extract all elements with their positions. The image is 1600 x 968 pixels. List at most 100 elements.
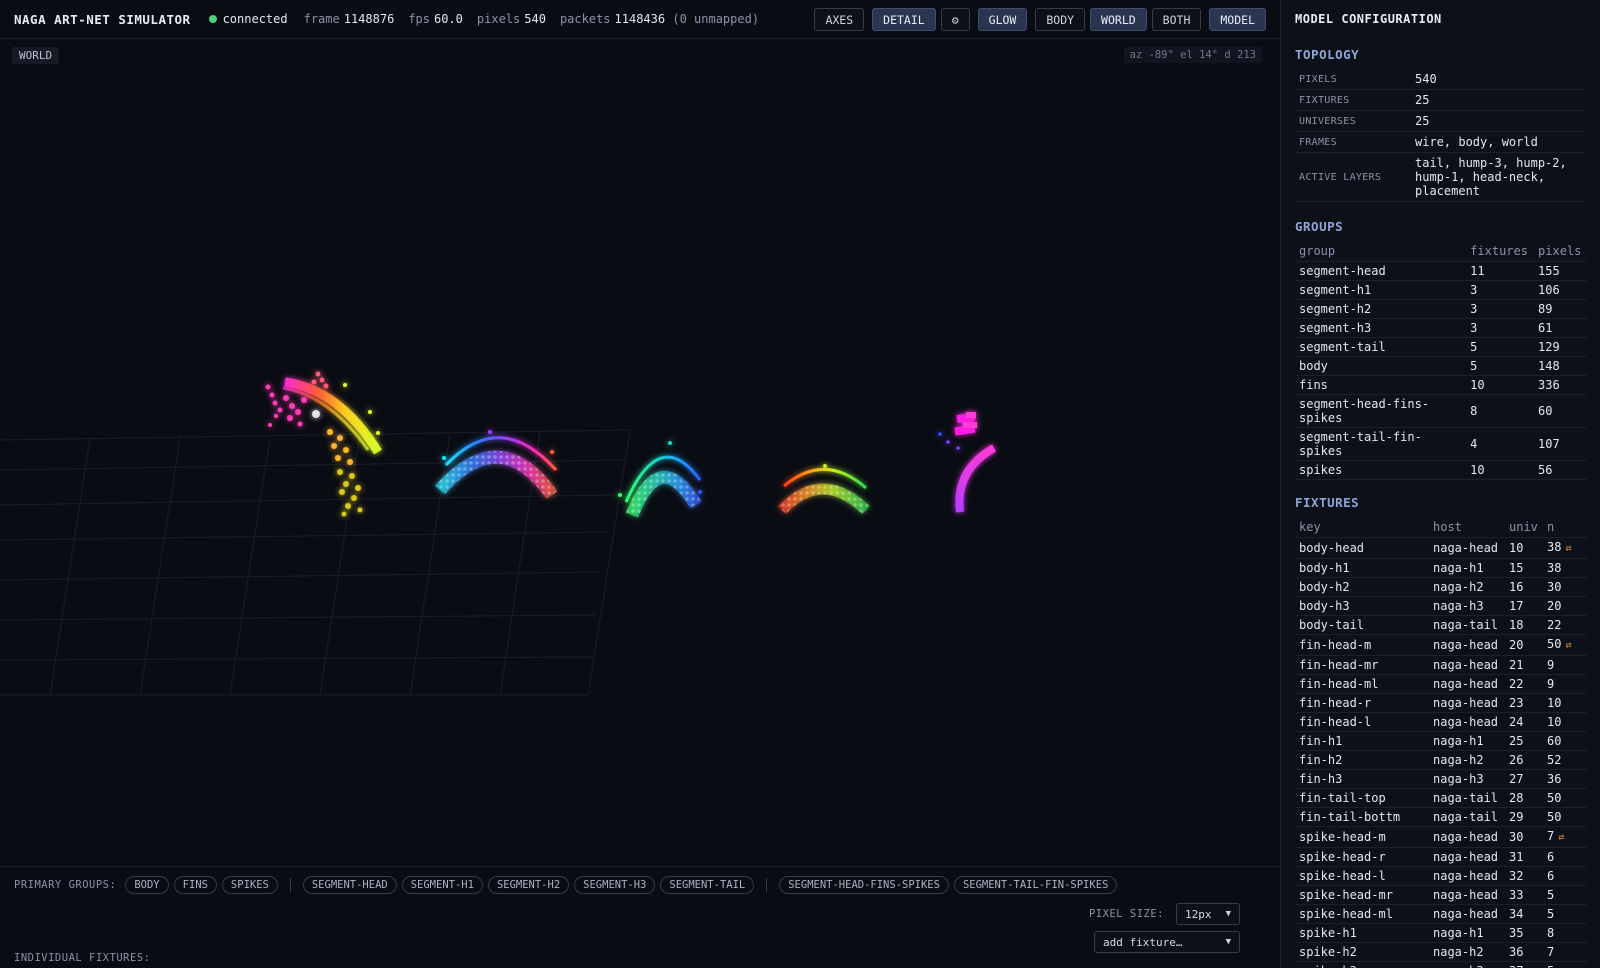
topology-value: 25 [1411,89,1585,111]
group-chip-fins[interactable]: FINS [173,876,217,894]
group-chip-segment-tail[interactable]: SEGMENT-TAIL [660,876,755,894]
group-chip-segment-tail-fin-spikes[interactable]: SEGMENT-TAIL-FIN-SPIKES [953,876,1118,894]
fixture-n-cell: 50 [1543,807,1587,827]
fixture-univ: 32 [1505,866,1543,886]
group-row[interactable]: fins 10 336 [1295,375,1587,395]
fixture-key: spike-h3 [1295,961,1429,968]
fps-stat: fps 60.0 [408,12,463,26]
fixture-row[interactable]: body-h1 naga-h1 15 38 [1295,558,1587,578]
fixture-n: 52 [1547,753,1562,767]
fixture-row[interactable]: fin-head-ml naga-head 22 9 [1295,674,1587,694]
fixture-row[interactable]: fin-tail-top naga-tail 28 50 [1295,788,1587,808]
3d-viewport[interactable]: WORLD az -89° el 14° d 213 [0,40,1280,866]
fixture-host: naga-head [1429,904,1505,924]
fixture-row[interactable]: spike-head-r naga-head 31 6 [1295,847,1587,867]
settings-button[interactable]: ⚙ [940,8,970,31]
group-row[interactable]: segment-h1 3 106 [1295,280,1587,300]
fixture-host: naga-head [1429,634,1505,656]
group-row[interactable]: segment-head 11 155 [1295,261,1587,281]
fixture-row[interactable]: spike-h2 naga-h2 36 7 [1295,942,1587,962]
group-fixture-count: 10 [1466,375,1535,395]
fixture-key: spike-head-ml [1295,904,1429,924]
group-row[interactable]: segment-tail-fin-spikes 4 107 [1295,427,1587,461]
fixture-n: 36 [1547,772,1562,786]
pixel-size-select[interactable]: 12px ▼ [1176,903,1240,925]
chevron-down-icon: ▼ [1225,909,1231,919]
fixture-row[interactable]: fin-tail-bottm naga-tail 29 50 [1295,807,1587,827]
fixture-row[interactable]: spike-h1 naga-h1 35 8 [1295,923,1587,943]
topology-row: UNIVERSES 25 [1295,110,1585,132]
world-frame-button[interactable]: WORLD [1090,8,1147,31]
both-frame-button[interactable]: BOTH [1151,8,1202,31]
fixture-row[interactable]: spike-head-mr naga-head 33 5 [1295,885,1587,905]
group-chip-segment-head-fins-spikes[interactable]: SEGMENT-HEAD-FINS-SPIKES [779,876,949,894]
pixel-size-label: PIXEL SIZE: [1088,908,1164,920]
fixture-row[interactable]: spike-head-m naga-head 30 7 ⇄ [1295,826,1587,848]
fixture-univ: 37 [1505,961,1543,968]
fixture-row[interactable]: fin-head-m naga-head 20 50 ⇄ [1295,634,1587,656]
detail-button[interactable]: DETAIL [872,8,936,31]
group-row[interactable]: body 5 148 [1295,356,1587,376]
fixture-row[interactable]: spike-h3naga-h337 5 [1295,961,1587,968]
pixels-value: 540 [524,12,546,26]
fixture-n: 5 [1547,964,1554,968]
fixture-host: naga-h1 [1429,923,1505,943]
scene-canvas[interactable] [0,40,1280,866]
fixture-key: fin-head-l [1295,712,1429,732]
model-button[interactable]: MODEL [1209,8,1266,31]
groups-heading: GROUPS [1295,219,1344,234]
fixture-row[interactable]: fin-head-r naga-head 23 10 [1295,693,1587,713]
fixture-n-cell: 6 [1543,866,1587,886]
group-row[interactable]: segment-h3 3 61 [1295,318,1587,338]
fixture-n-cell: 30 [1543,577,1587,597]
group-name: spikes [1295,460,1467,480]
fixture-row[interactable]: body-h3 naga-h3 17 20 [1295,596,1587,616]
fixture-n-cell: 7 [1543,942,1587,962]
group-name: segment-tail [1295,337,1467,357]
group-chip-segment-h3[interactable]: SEGMENT-H3 [574,876,656,894]
group-chip-segment-h1[interactable]: SEGMENT-H1 [401,876,483,894]
fixture-host: naga-head [1429,866,1505,886]
fixture-row[interactable]: fin-h2 naga-h2 26 52 [1295,750,1587,770]
body-frame-button[interactable]: BODY [1035,8,1086,31]
group-chip-segment-head[interactable]: SEGMENT-HEAD [302,876,397,894]
fixture-univ: 26 [1505,750,1543,770]
group-row[interactable]: spikes 10 56 [1295,460,1587,480]
group-chip-spikes[interactable]: SPIKES [221,876,278,894]
group-row[interactable]: segment-h2 3 89 [1295,299,1587,319]
glow-button[interactable]: GLOW [977,8,1028,31]
fixture-row[interactable]: fin-h1 naga-h1 25 60 [1295,731,1587,751]
group-row[interactable]: segment-tail 5 129 [1295,337,1587,357]
fixture-key: fin-head-m [1295,634,1429,656]
swap-icon[interactable]: ⇄ [1565,543,1571,554]
fixture-row[interactable]: spike-head-ml naga-head 34 5 [1295,904,1587,924]
groups-table: group fixtures pixels segment-head 11 155 seg… [1295,241,1587,480]
fixture-n: 7 [1547,945,1555,959]
group-name: segment-head-fins-spikes [1295,394,1467,428]
group-fixture-count: 5 [1466,337,1535,357]
fixture-host: naga-head [1429,693,1505,713]
topology-table: PIXELS 540 FIXTURES 25 UNIVERSES 25 FRAMES wire… [1295,69,1585,202]
axes-button[interactable]: AXES [814,8,865,31]
swap-icon[interactable]: ⇄ [1558,832,1564,843]
group-chip-segment-h2[interactable]: SEGMENT-H2 [487,876,570,894]
fixture-row[interactable]: fin-head-l naga-head 24 10 [1295,712,1587,732]
chip-divider [766,878,768,892]
fixture-row[interactable]: body-h2 naga-h2 16 30 [1295,577,1587,597]
swap-icon[interactable]: ⇄ [1565,640,1571,651]
fixture-n-cell: 7 ⇄ [1543,826,1587,848]
fixture-univ: 33 [1505,885,1543,905]
primary-groups-label: PRIMARY GROUPS: [14,879,117,891]
fixture-row[interactable]: fin-h3 naga-h3 27 36 [1295,769,1587,789]
fixture-row[interactable]: body-tail naga-tail 18 22 [1295,615,1587,635]
fixture-row[interactable]: spike-head-l naga-head 32 6 [1295,866,1587,886]
group-pixel-count: 89 [1534,299,1587,319]
add-fixture-select[interactable]: add fixture… ▼ [1094,931,1240,953]
topology-value: 540 [1411,69,1585,90]
group-chip-body[interactable]: BODY [125,876,169,894]
fixture-key: spike-head-mr [1295,885,1429,905]
fixture-row[interactable]: body-head naga-head 10 38 ⇄ [1295,537,1587,559]
group-row[interactable]: segment-head-fins-spikes 8 60 [1295,394,1587,428]
model-config-panel[interactable]: MODEL CONFIGURATION TOPOLOGY PIXELS 540 FI… [1280,0,1600,968]
fixture-row[interactable]: fin-head-mr naga-head 21 9 [1295,655,1587,675]
